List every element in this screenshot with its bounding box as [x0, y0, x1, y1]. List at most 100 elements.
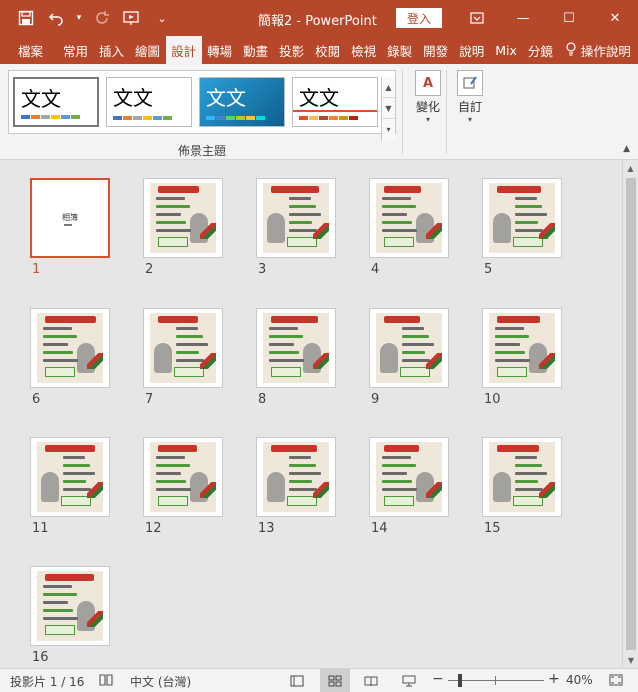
zoom-in-icon[interactable]: + — [548, 671, 560, 687]
slide-illustration — [37, 442, 103, 512]
tab-slideshow[interactable]: 投影 — [274, 36, 310, 64]
theme-preview-text: 文文 — [21, 87, 61, 111]
collapse-ribbon-icon[interactable]: ▲ — [623, 144, 630, 154]
slide-number: 7 — [145, 392, 154, 407]
variants-label: 變化 — [415, 100, 440, 114]
tab-home[interactable]: 常用 — [58, 36, 94, 64]
gallery-more-icon[interactable]: ▾ — [382, 119, 395, 140]
ribbon-display-options-icon[interactable] — [454, 0, 500, 36]
tab-review[interactable]: 校閱 — [310, 36, 346, 64]
gallery-up-icon[interactable]: ▲ — [382, 77, 395, 98]
theme-swatches — [21, 115, 80, 119]
theme-swatches — [113, 116, 172, 120]
tab-developer[interactable]: 開發 — [418, 36, 454, 64]
lightbulb-icon — [565, 41, 577, 59]
tab-view[interactable]: 檢視 — [346, 36, 382, 64]
slide-number: 1 — [32, 262, 41, 277]
ribbon-separator — [446, 70, 447, 154]
slide-thumbnail[interactable] — [143, 437, 223, 517]
slide-number: 13 — [258, 521, 275, 536]
tab-mix[interactable]: Mix — [490, 36, 523, 64]
tab-insert[interactable]: 插入 — [94, 36, 130, 64]
vertical-scrollbar[interactable]: ▲ ▼ — [622, 160, 638, 668]
slide-thumbnail[interactable]: 相簿 — [30, 178, 110, 258]
theme-swatches — [206, 116, 265, 120]
slide-illustration — [489, 442, 555, 512]
variants-button[interactable]: A 變化 ▾ — [410, 70, 446, 124]
gallery-down-icon[interactable]: ▼ — [382, 98, 395, 119]
chevron-down-icon: ▾ — [467, 115, 472, 124]
zoom-slider-thumb[interactable] — [458, 674, 462, 687]
tab-help[interactable]: 說明 — [454, 36, 490, 64]
save-icon[interactable] — [14, 6, 38, 30]
slide-counter: 投影片 1 / 16 — [10, 675, 85, 689]
minimize-button[interactable]: — — [500, 0, 546, 36]
slide-thumbnail[interactable] — [256, 178, 336, 258]
slide-number: 11 — [32, 521, 49, 536]
normal-view-icon[interactable] — [282, 669, 312, 692]
zoom-slider[interactable] — [448, 680, 544, 681]
slideshow-view-icon[interactable] — [394, 669, 424, 692]
tab-design[interactable]: 設計 — [166, 36, 203, 64]
slide-number: 9 — [371, 392, 380, 407]
slide-thumbnail[interactable] — [143, 308, 223, 388]
slide-illustration — [263, 313, 329, 383]
slide-sorter-view-icon[interactable] — [320, 669, 350, 692]
language-indicator[interactable]: 中文 (台灣) — [130, 673, 191, 690]
themes-gallery-scroll: ▲ ▼ ▾ — [381, 77, 395, 141]
slide-thumbnail[interactable] — [143, 178, 223, 258]
slide-illustration — [489, 183, 555, 253]
present-from-start-icon[interactable] — [120, 6, 144, 30]
slide-thumbnail[interactable] — [256, 437, 336, 517]
slide-thumbnail[interactable] — [369, 178, 449, 258]
slide-subtitle-placeholder — [64, 224, 72, 226]
theme-option-4[interactable]: 文文 — [292, 77, 378, 127]
tab-animations[interactable]: 動畫 — [238, 36, 274, 64]
slide-thumbnail[interactable] — [482, 308, 562, 388]
reading-view-icon[interactable] — [356, 669, 386, 692]
scroll-up-icon[interactable]: ▲ — [623, 160, 638, 176]
slide-number: 4 — [371, 262, 380, 277]
tab-storyboard[interactable]: 分鏡 — [523, 36, 559, 64]
scroll-down-icon[interactable]: ▼ — [623, 652, 638, 668]
zoom-out-icon[interactable]: − — [432, 671, 444, 687]
slide-thumbnail[interactable] — [256, 308, 336, 388]
slide-thumbnail[interactable] — [482, 437, 562, 517]
redo-icon[interactable] — [90, 6, 114, 30]
theme-option-2[interactable]: 文文 — [106, 77, 192, 127]
tab-file[interactable]: 檔案 — [0, 36, 58, 64]
tab-draw[interactable]: 繪圖 — [130, 36, 166, 64]
slide-sorter: 相簿 1 2 3 4 5 6 7 8 9 10 11 12 13 14 15 16 — [0, 160, 622, 668]
customize-label: 自訂 — [457, 100, 482, 114]
customize-qat-icon[interactable]: ⌄ — [150, 6, 174, 30]
slide-thumbnail[interactable] — [30, 437, 110, 517]
theme-option-1[interactable]: 文文 — [12, 76, 100, 128]
accessibility-icon[interactable] — [98, 672, 114, 691]
customize-button[interactable]: 自訂 ▾ — [452, 70, 488, 124]
slide-number: 12 — [145, 521, 162, 536]
theme-preview-text: 文文 — [113, 86, 153, 110]
undo-icon[interactable] — [44, 6, 68, 30]
tab-transitions[interactable]: 轉場 — [202, 36, 238, 64]
window-controls: — ☐ ✕ — [454, 0, 638, 36]
variants-icon: A — [415, 70, 441, 96]
tab-record[interactable]: 錄製 — [382, 36, 418, 64]
close-button[interactable]: ✕ — [592, 0, 638, 36]
scroll-thumb[interactable] — [626, 178, 636, 650]
slide-illustration — [376, 313, 442, 383]
tell-me-box[interactable]: 操作說明 — [559, 36, 631, 64]
theme-option-3[interactable]: 文文 — [199, 77, 285, 127]
undo-dropdown-icon[interactable]: ▾ — [74, 6, 84, 30]
slide-illustration — [37, 313, 103, 383]
slide-thumbnail[interactable] — [482, 178, 562, 258]
restore-button[interactable]: ☐ — [546, 0, 592, 36]
slide-thumbnail[interactable] — [369, 308, 449, 388]
zoom-level[interactable]: 40% — [566, 673, 593, 687]
slide-thumbnail[interactable] — [30, 566, 110, 646]
slide-thumbnail[interactable] — [369, 437, 449, 517]
slide-number: 6 — [32, 392, 41, 407]
tell-me-label: 操作說明 — [580, 43, 631, 59]
fit-to-window-icon[interactable] — [608, 672, 624, 691]
sign-in-button[interactable]: 登入 — [396, 8, 442, 28]
slide-thumbnail[interactable] — [30, 308, 110, 388]
